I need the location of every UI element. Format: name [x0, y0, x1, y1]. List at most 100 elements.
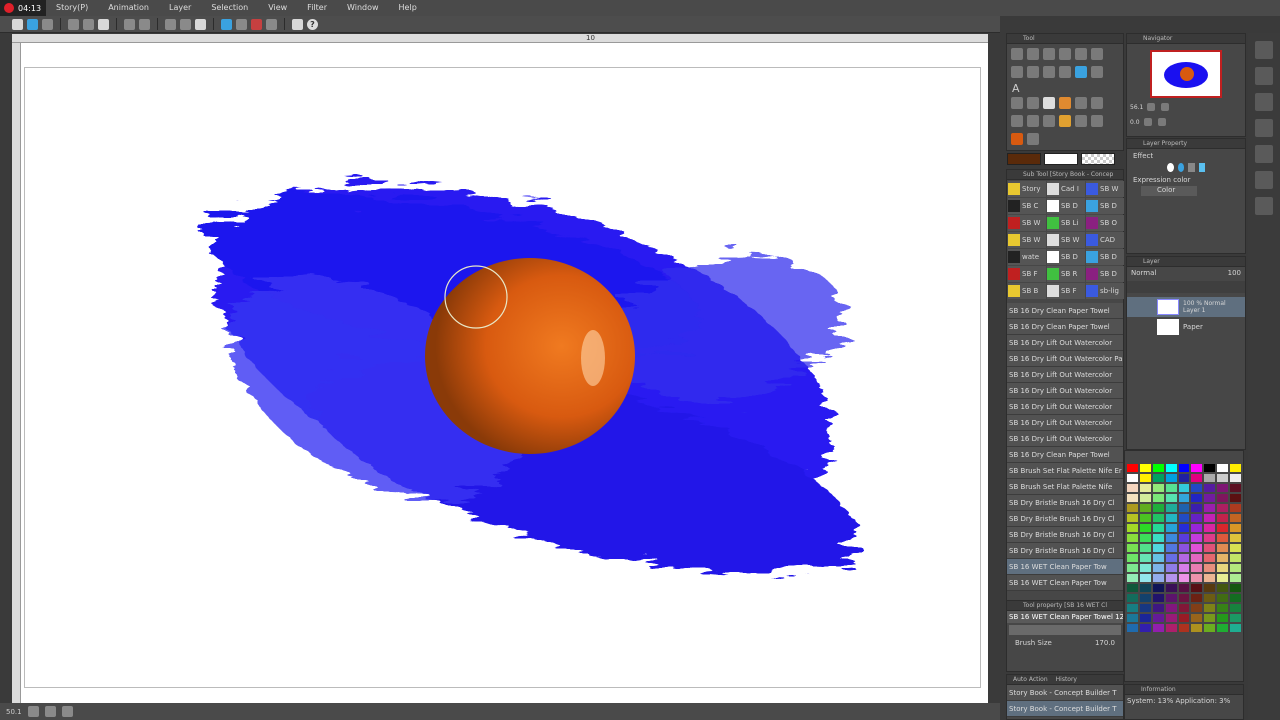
color-swatch[interactable] [1191, 484, 1203, 492]
canvas-paper[interactable] [25, 68, 980, 687]
menu-layer[interactable]: Layer [159, 0, 201, 16]
sub-tool-grid-item[interactable]: Cad I [1047, 181, 1085, 197]
color-swatch[interactable] [1165, 484, 1177, 492]
color-swatch[interactable] [1165, 564, 1177, 572]
color-swatch[interactable] [1127, 464, 1138, 472]
panel-toggle-icon[interactable] [1255, 145, 1273, 163]
color-swatch[interactable] [1152, 524, 1164, 532]
save-icon[interactable] [42, 18, 53, 30]
color-swatch[interactable] [1217, 564, 1229, 572]
zoom-out-icon[interactable] [27, 706, 39, 717]
color-swatch[interactable] [1204, 464, 1216, 472]
sub-tool-grid-item[interactable]: sb-lig [1086, 283, 1124, 299]
airbrush-tool-icon[interactable] [1075, 97, 1087, 109]
redo-icon[interactable] [139, 18, 150, 30]
sub-tool-grid-item[interactable]: SB W [1008, 215, 1046, 231]
color-swatch[interactable] [1165, 494, 1177, 502]
color-swatch[interactable] [1230, 474, 1242, 482]
color-swatch[interactable] [1230, 584, 1242, 592]
color-swatch[interactable] [1230, 574, 1242, 582]
rotate-icon[interactable] [61, 706, 73, 717]
color-swatch[interactable] [1165, 514, 1177, 522]
fill-icon[interactable] [266, 18, 277, 30]
blend-tool-icon[interactable] [1011, 115, 1023, 127]
sub-tool-grid-item[interactable]: Story [1008, 181, 1046, 197]
layer-row[interactable]: Paper [1127, 317, 1245, 337]
brush-tool-icon[interactable] [1059, 97, 1071, 109]
zoom-in-icon[interactable] [44, 706, 56, 717]
selection-tool-icon[interactable] [1091, 48, 1103, 60]
color-swatch[interactable] [1139, 544, 1151, 552]
color-swatch[interactable] [1165, 504, 1177, 512]
scale-icon[interactable] [180, 18, 191, 30]
sub-color-chip[interactable] [1044, 153, 1078, 165]
color-swatch[interactable] [1204, 474, 1216, 482]
sub-tool-list-item[interactable]: SB 16 WET Clean Paper Tow [1007, 559, 1123, 575]
color-swatch[interactable] [1165, 624, 1177, 632]
color-swatch[interactable] [1152, 544, 1164, 552]
sub-tool-list-item[interactable]: SB Brush Set Flat Palette Nife [1007, 479, 1123, 495]
color-swatch[interactable] [1165, 524, 1177, 532]
sub-tool-grid-item[interactable]: SB O [1086, 215, 1124, 231]
navigator-zoom[interactable]: 56.1 [1130, 104, 1143, 111]
tab-auto-action[interactable]: Auto Action [1013, 675, 1048, 684]
zoom-out-icon[interactable] [1147, 103, 1156, 111]
sub-tool-list-item[interactable]: SB Dry Bristle Brush 16 Dry Cl [1007, 495, 1123, 511]
lasso-tool-icon[interactable] [1075, 48, 1087, 60]
color-swatch[interactable] [1204, 614, 1216, 622]
color-swatch[interactable] [1204, 564, 1216, 572]
color-swatch[interactable] [1191, 504, 1203, 512]
color-swatch[interactable] [1230, 514, 1242, 522]
color-swatch[interactable] [1230, 564, 1242, 572]
color-swatch[interactable] [1165, 594, 1177, 602]
object-tool-icon[interactable] [1091, 66, 1103, 78]
effect-tone-icon[interactable] [1188, 163, 1195, 172]
sub-tool-grid-item[interactable]: SB B [1008, 283, 1046, 299]
color-swatch[interactable] [1178, 524, 1190, 532]
eyedropper-tool-icon[interactable] [1011, 66, 1023, 78]
color-swatch[interactable] [1152, 624, 1164, 632]
sub-tool-list-item[interactable]: SB Brush Set Flat Palette Nife Er [1007, 463, 1123, 479]
sub-tool-grid-item[interactable]: SB D [1047, 249, 1085, 265]
color-swatch[interactable] [1139, 484, 1151, 492]
color-swatch[interactable] [1178, 504, 1190, 512]
color-swatch[interactable] [1178, 604, 1190, 612]
sub-tool-list-item[interactable]: SB Dry Bristle Brush 16 Dry Cl [1007, 511, 1123, 527]
panel-toggle-icon[interactable] [1255, 41, 1273, 59]
color-swatch[interactable] [1178, 494, 1190, 502]
sub-tool-grid-item[interactable]: SB C [1008, 198, 1046, 214]
color-swatch[interactable] [1127, 564, 1138, 572]
sparkle-tool-icon[interactable] [1091, 115, 1103, 127]
color-swatch[interactable] [1217, 534, 1229, 542]
color-swatch[interactable] [1191, 464, 1203, 472]
color-swatch[interactable] [1178, 544, 1190, 552]
pencil-tool-icon[interactable] [1027, 97, 1039, 109]
color-swatch[interactable] [1152, 514, 1164, 522]
menu-animation[interactable]: Animation [98, 0, 159, 16]
color-swatch[interactable] [1139, 614, 1151, 622]
sub-tool-list-item[interactable]: SB 16 Dry Clean Paper Towel [1007, 303, 1123, 319]
color-swatch[interactable] [1217, 474, 1229, 482]
color-swatch[interactable] [1139, 504, 1151, 512]
color-swatch[interactable] [1217, 464, 1229, 472]
color-swatch[interactable] [1217, 584, 1229, 592]
color-swatch[interactable] [1139, 574, 1151, 582]
color-swatch[interactable] [1178, 574, 1190, 582]
color-swatch[interactable] [1178, 534, 1190, 542]
gradient-tool-icon[interactable] [1043, 66, 1055, 78]
color-swatch[interactable] [1127, 624, 1138, 632]
menu-selection[interactable]: Selection [201, 0, 258, 16]
color-swatch[interactable] [1178, 624, 1190, 632]
color-swatch[interactable] [1191, 554, 1203, 562]
correct-line-tool-icon[interactable] [1043, 115, 1055, 127]
color-swatch[interactable] [1217, 594, 1229, 602]
color-swatch[interactable] [1191, 514, 1203, 522]
ruler-tool-icon[interactable] [1043, 97, 1055, 109]
color-swatch[interactable] [1127, 544, 1138, 552]
sub-tool-list-item[interactable]: SB 16 Dry Lift Out Watercolor [1007, 399, 1123, 415]
color-swatch[interactable] [1204, 514, 1216, 522]
color-swatch[interactable] [1178, 584, 1190, 592]
tab-history[interactable]: History [1056, 675, 1077, 684]
sub-tool-grid-item[interactable]: SB R [1047, 266, 1085, 282]
color-swatch[interactable] [1230, 534, 1242, 542]
